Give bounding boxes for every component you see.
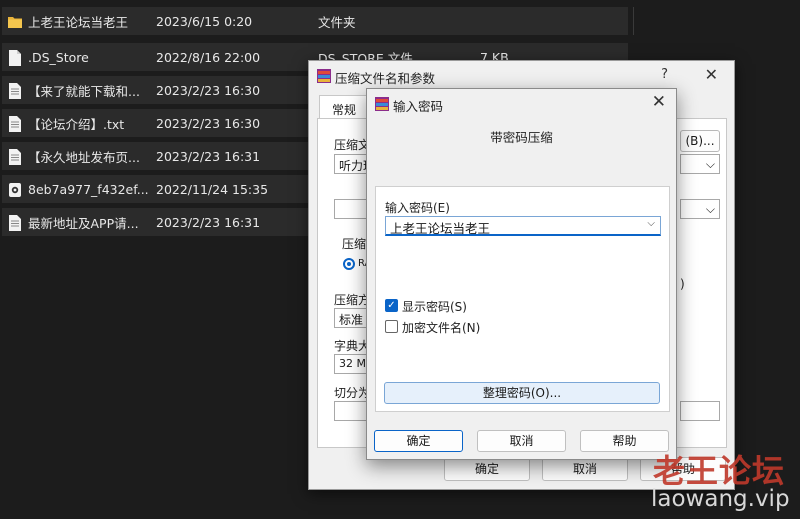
enter-password-dialog: 输入密码 ✕ 带密码压缩 输入密码(E) 上老王论坛当老王 ⌵ ✓ 显示密码(S… [366, 88, 677, 460]
watermark-url: laowang.vip [651, 486, 790, 512]
password-value: 上老王论坛当老王 [390, 221, 491, 236]
organize-passwords-button[interactable]: 整理密码(O)... [384, 382, 660, 404]
tab-general[interactable]: 常规 [319, 95, 371, 119]
file-name: .DS_Store [28, 49, 89, 65]
file-date: 2022/8/16 22:00 [156, 49, 261, 65]
method-label: 压缩方 [334, 293, 371, 307]
close-icon[interactable]: ✕ [705, 65, 718, 84]
split-label: 切分为 [334, 386, 371, 400]
file-date: 2023/2/23 16:31 [156, 148, 261, 164]
file-name: 上老王论坛当老王 [28, 14, 129, 30]
format-radio[interactable] [343, 258, 355, 270]
dialog-title: 压缩文件名和参数 [335, 71, 436, 86]
help-icon[interactable]: ? [661, 67, 668, 82]
file-date: 2023/2/23 16:30 [156, 82, 261, 98]
file-name: 【论坛介绍】.txt [28, 116, 125, 132]
file-name: 最新地址及APP请... [28, 215, 139, 231]
folder-icon [8, 17, 22, 28]
format-group-label: 压缩 [342, 237, 367, 251]
checkmark-icon: ✓ [387, 300, 396, 311]
file-icon [9, 50, 21, 66]
chevron-down-icon[interactable]: ⌵ [647, 218, 655, 229]
list-item[interactable]: 上老王论坛当老王 2023/6/15 0:20 文件夹 [2, 7, 628, 35]
text-file-icon [9, 116, 21, 132]
file-name: 【来了就能下载和... [28, 83, 140, 99]
cancel-button[interactable]: 取消 [542, 457, 628, 481]
password-label: 输入密码(E) [385, 201, 450, 215]
ok-button[interactable]: 确定 [444, 457, 530, 481]
ok-button[interactable]: 确定 [374, 430, 463, 452]
archive-name-label: 压缩文 [334, 138, 371, 152]
winrar-icon [317, 69, 331, 83]
browse-button[interactable]: (B)... [680, 130, 720, 152]
image-file-icon [9, 183, 21, 197]
file-type: 文件夹 [318, 14, 356, 30]
file-date: 2023/6/15 0:20 [156, 13, 253, 29]
text-file-icon [9, 149, 21, 165]
update-mode-dropdown[interactable]: ⌵ [680, 199, 720, 219]
file-name: 【永久地址发布页... [28, 149, 140, 165]
password-panel: 输入密码(E) 上老王论坛当老王 ⌵ ✓ 显示密码(S) 加密文件名(N) [375, 186, 670, 412]
file-name: 8eb7a977_f432ef... [28, 181, 149, 197]
dialog-title: 输入密码 [393, 99, 444, 114]
archive-name-dropdown[interactable]: ⌵ [680, 154, 720, 174]
close-icon[interactable]: ✕ [652, 92, 666, 112]
password-input[interactable]: 上老王论坛当老王 ⌵ [385, 216, 661, 236]
cancel-button[interactable]: 取消 [477, 430, 566, 452]
winrar-icon [375, 97, 389, 111]
dialog-header: 带密码压缩 [490, 130, 553, 145]
column-divider [633, 7, 634, 35]
options-group-edge: ) [680, 277, 685, 291]
split-unit-dropdown[interactable] [680, 401, 720, 421]
file-date: 2023/2/23 16:31 [156, 214, 261, 230]
dictionary-label: 字典大 [334, 339, 371, 353]
file-date: 2022/11/24 15:35 [156, 181, 269, 197]
file-date: 2023/2/23 16:30 [156, 115, 261, 131]
dialog-titlebar: 输入密码 ✕ [367, 89, 676, 119]
dialog-titlebar: 压缩文件名和参数 ? ✕ [309, 61, 734, 91]
encrypt-filenames-label: 加密文件名(N) [402, 321, 481, 335]
text-file-icon [9, 83, 21, 99]
chevron-down-icon: ⌵ [705, 202, 715, 216]
encrypt-filenames-checkbox[interactable] [385, 320, 398, 333]
text-file-icon [9, 215, 21, 231]
show-password-checkbox[interactable]: ✓ [385, 299, 398, 312]
chevron-down-icon: ⌵ [705, 157, 715, 171]
show-password-label: 显示密码(S) [402, 300, 467, 314]
